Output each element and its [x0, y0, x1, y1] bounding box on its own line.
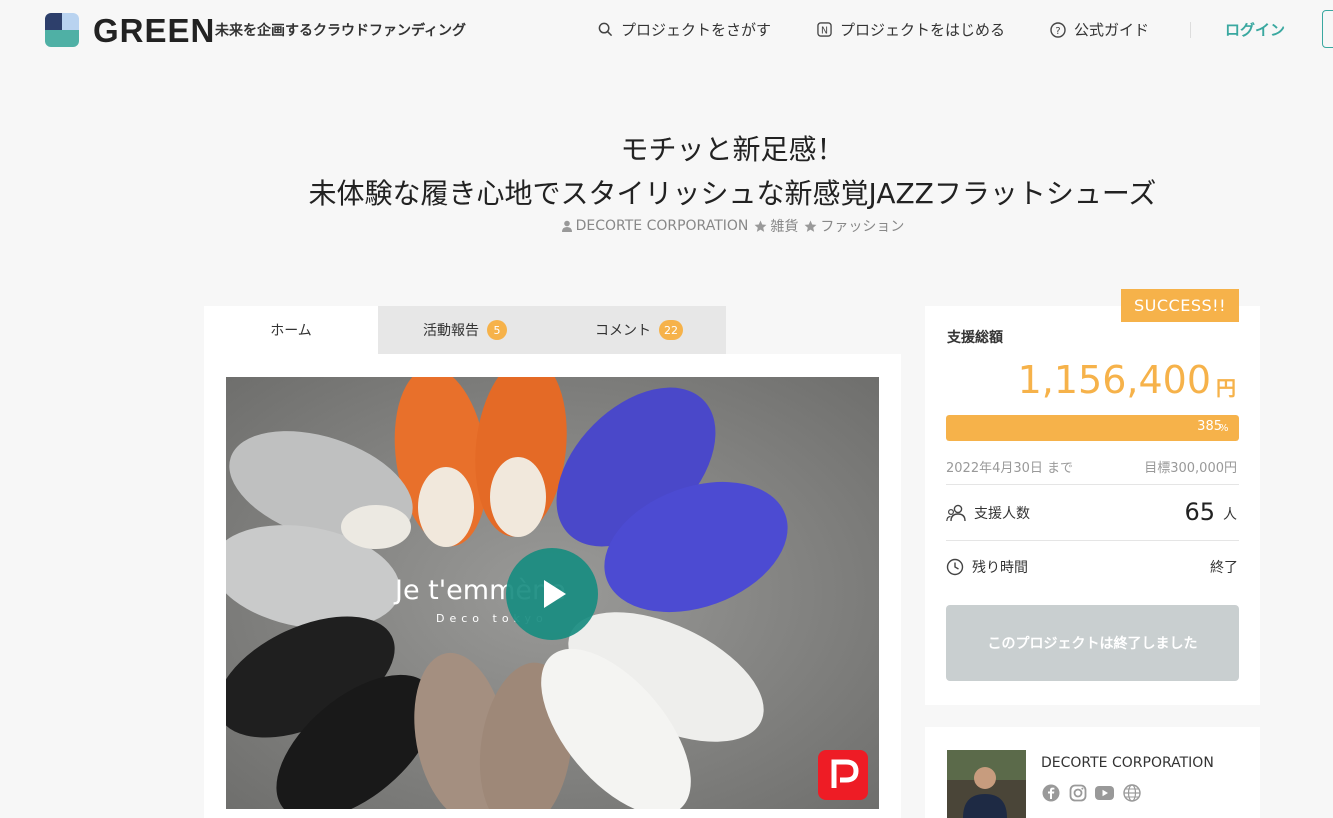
project-meta: DECORTE CORPORATION 雑貨 ファッション: [0, 216, 1333, 236]
tab-comments[interactable]: コメント 22: [552, 306, 726, 354]
owner-meta[interactable]: DECORTE CORPORATION: [561, 218, 749, 234]
nav-guide-label: 公式ガイド: [1074, 21, 1150, 39]
help-icon: ?: [1050, 21, 1066, 38]
tab-comments-label: コメント: [595, 323, 651, 339]
stats-divider: [946, 540, 1239, 541]
svg-text:N: N: [820, 25, 827, 36]
total-amount: 1,156,400: [1017, 358, 1211, 402]
comments-count-badge: 22: [659, 320, 683, 340]
nav-search-label: プロジェクトをさがす: [621, 21, 772, 39]
backers-unit: 人: [1223, 507, 1237, 523]
tagline: 未来を企画するクラウドファンディング: [215, 23, 467, 39]
search-icon: [597, 22, 613, 38]
signup-button[interactable]: [1322, 10, 1333, 48]
remaining-value: 終了: [1210, 560, 1238, 576]
play-icon: [544, 580, 566, 608]
category-label-1: 雑貨: [770, 219, 799, 235]
tab-home[interactable]: ホーム: [204, 306, 378, 354]
globe-icon[interactable]: [1122, 783, 1141, 802]
category-meta-2[interactable]: ファッション: [804, 216, 904, 236]
site-header: GREEN 未来を企画するクラウドファンディング プロジェクトをさがす N プロ…: [0, 0, 1333, 60]
remaining-label: 残り時間: [972, 560, 1028, 576]
green-logo-icon[interactable]: [45, 13, 79, 47]
total-label: 支援総額: [947, 330, 1003, 346]
progress-unit: %: [1219, 423, 1229, 434]
project-ended-button[interactable]: このプロジェクトは終了しました: [946, 605, 1239, 681]
category-label-2: ファッション: [820, 219, 905, 235]
tab-home-label: ホーム: [270, 323, 312, 339]
tab-activity-label: 活動報告: [423, 323, 479, 339]
owner-name[interactable]: DECORTE CORPORATION: [1041, 755, 1214, 771]
deadline-text: 2022年4月30日 まで: [946, 461, 1074, 476]
nav-divider: [1190, 22, 1191, 38]
remaining-row: 残り時間: [946, 557, 1028, 577]
owner-meta-label: DECORTE CORPORATION: [575, 218, 749, 234]
category-meta-1[interactable]: 雑貨: [754, 216, 798, 236]
star-icon: [804, 220, 817, 232]
login-link[interactable]: ログイン: [1225, 19, 1285, 40]
progress-percent: 385: [1197, 419, 1222, 434]
nav-guide[interactable]: ? 公式ガイド: [1050, 19, 1149, 40]
nav-search-projects[interactable]: プロジェクトをさがす: [597, 19, 771, 40]
owner-social-links: [1041, 783, 1141, 802]
owner-avatar[interactable]: [947, 750, 1026, 818]
new-icon: N: [816, 22, 832, 38]
goal-text: 目標300,000円: [1144, 461, 1237, 476]
backers-row: 支援人数: [946, 503, 1030, 523]
activity-count-badge: 5: [487, 320, 507, 340]
project-tabs: ホーム 活動報告 5 コメント 22: [204, 306, 901, 354]
users-icon: [946, 504, 966, 522]
facebook-icon[interactable]: [1041, 783, 1060, 802]
paypay-logo-icon: [818, 750, 868, 800]
total-currency: 円: [1216, 376, 1236, 400]
backers-label: 支援人数: [974, 506, 1030, 522]
stats-divider: [946, 484, 1239, 485]
nav-start-project[interactable]: N プロジェクトをはじめる: [816, 19, 1005, 40]
user-icon: [561, 220, 572, 232]
clock-icon: [946, 558, 964, 576]
youtube-icon[interactable]: [1095, 783, 1114, 802]
tab-activity-reports[interactable]: 活動報告 5: [378, 306, 552, 354]
star-icon: [754, 220, 767, 232]
play-button[interactable]: [506, 548, 598, 640]
project-title-line2: 未体験な履き心地でスタイリッシュな新感覚JAZZフラットシューズ: [308, 177, 1157, 210]
logo-text[interactable]: GREEN: [93, 12, 215, 50]
project-title-line1: モチッと新足感！: [620, 133, 845, 166]
nav-start-label: プロジェクトをはじめる: [840, 21, 1006, 39]
backers-value: 65: [1184, 498, 1215, 526]
instagram-icon[interactable]: [1068, 783, 1087, 802]
svg-text:?: ?: [1055, 26, 1060, 37]
success-badge: SUCCESS!!: [1121, 289, 1239, 322]
